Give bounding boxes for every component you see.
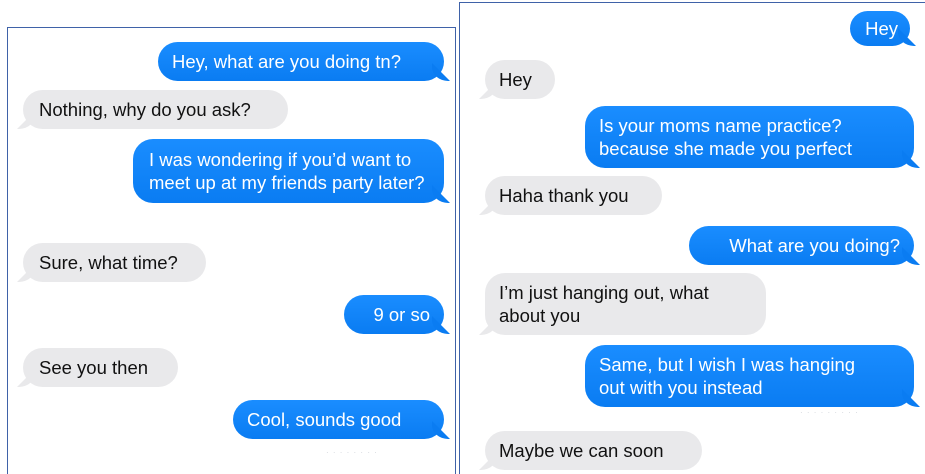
message-bubble-sent: I was wondering if you’d want to meet up… (133, 139, 444, 203)
right-conversation-panel: Hey Hey Is your moms name practice? beca… (459, 2, 925, 474)
message-bubble-sent: Is your moms name practice? because she … (585, 106, 914, 168)
message-bubble-received: Nothing, why do you ask? (23, 90, 288, 129)
message-bubble-received: See you then (23, 348, 178, 387)
message-bubble-received: Haha thank you (485, 176, 662, 215)
message-bubble-sent: Cool, sounds good (233, 400, 444, 439)
faint-delivered-mark: · · · · · · · · (326, 448, 378, 457)
message-bubble-received: I’m just hanging out, what about you (485, 273, 766, 335)
message-bubble-sent: Same, but I wish I was hanging out with … (585, 345, 914, 407)
message-bubble-sent: Hey (850, 11, 910, 46)
left-conversation-panel: Hey, what are you doing tn? Nothing, why… (7, 27, 456, 474)
message-bubble-sent: What are you doing? (689, 226, 914, 265)
message-bubble-received: Maybe we can soon (485, 431, 702, 470)
message-bubble-received: Sure, what time? (23, 243, 206, 282)
message-bubble-sent: 9 or so (344, 295, 444, 334)
message-bubble-received: Hey (485, 60, 555, 99)
faint-delivered-mark: · · · · · · · · · (800, 408, 859, 417)
message-bubble-sent: Hey, what are you doing tn? (158, 42, 444, 81)
